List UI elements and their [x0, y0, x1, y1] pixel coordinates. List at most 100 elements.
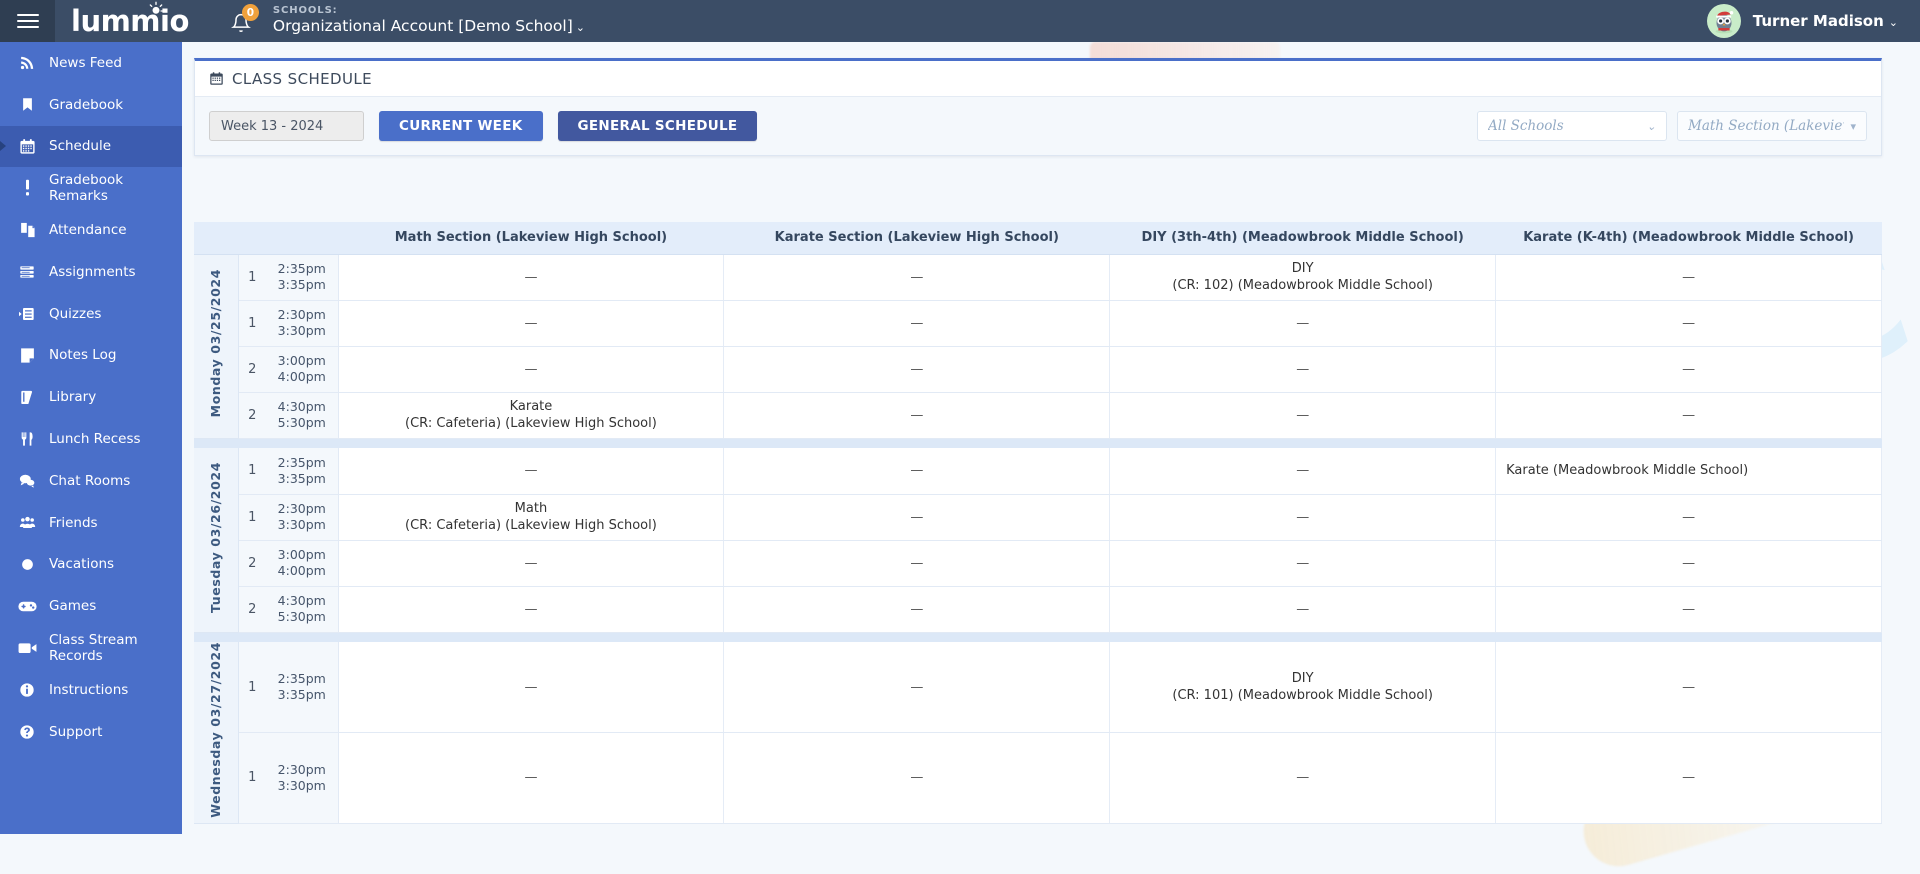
schedule-cell-empty[interactable]: — — [1496, 300, 1882, 346]
schedule-cell-empty[interactable]: — — [338, 254, 724, 300]
schedule-cell-event[interactable]: Math(CR: Cafeteria) (Lakeview High Schoo… — [338, 494, 724, 540]
info-circle-icon — [14, 682, 40, 698]
sidebar-item-library[interactable]: Library — [0, 376, 182, 418]
schedule-cell-event[interactable]: Karate(CR: Cafeteria) (Lakeview High Sch… — [338, 392, 724, 438]
empty-mark: — — [910, 270, 923, 285]
schedule-cell-empty[interactable]: — — [724, 448, 1110, 494]
schedule-table-head: Math Section (Lakeview High School)Karat… — [194, 222, 1882, 254]
notifications-button[interactable]: 0 — [231, 6, 257, 36]
empty-mark: — — [910, 408, 923, 423]
schedule-cell-empty[interactable]: — — [1496, 540, 1882, 586]
schedule-cell-empty[interactable]: — — [724, 300, 1110, 346]
schedule-cell-empty[interactable]: — — [1496, 346, 1882, 392]
copy-pages-icon — [14, 221, 40, 239]
time-start: 2:35pm — [266, 261, 338, 277]
time-start: 4:30pm — [266, 399, 338, 415]
schedule-cell-empty[interactable]: — — [1110, 540, 1496, 586]
user-menu[interactable]: Turner Madison⌄ — [1707, 0, 1920, 42]
sidebar-item-schedule[interactable]: Schedule — [0, 126, 182, 168]
user-name[interactable]: Turner Madison⌄ — [1753, 12, 1898, 30]
schedule-cell-empty[interactable]: — — [338, 448, 724, 494]
section-filter-select[interactable]: Math Section (Lakeview High … ▾ — [1677, 111, 1867, 141]
avatar[interactable] — [1707, 4, 1741, 38]
schedule-cell-empty[interactable]: — — [338, 586, 724, 632]
page-title: CLASS SCHEDULE — [232, 70, 372, 88]
day-label: Monday 03/25/2024 — [208, 269, 223, 417]
time-end: 5:30pm — [266, 415, 338, 431]
panel-toolbar: Week 13 - 2024 CURRENT WEEK GENERAL SCHE… — [195, 97, 1881, 155]
time-column-header — [266, 222, 338, 254]
schedule-cell-empty[interactable]: — — [724, 494, 1110, 540]
sidebar-item-assignments[interactable]: Assignments — [0, 251, 182, 293]
schedule-cell-event[interactable]: DIY(CR: 102) (Meadowbrook Middle School) — [1110, 254, 1496, 300]
sidebar-item-instructions[interactable]: Instructions — [0, 669, 182, 711]
sidebar-item-gradebook-remarks[interactable]: Gradebook Remarks — [0, 167, 182, 209]
sidebar-item-games[interactable]: Games — [0, 585, 182, 627]
schedule-cell-empty[interactable]: — — [1496, 494, 1882, 540]
schedule-cell-empty[interactable]: — — [1496, 254, 1882, 300]
empty-mark: — — [1682, 362, 1695, 377]
sidebar-item-lunch-recess[interactable]: Lunch Recess — [0, 418, 182, 460]
sidebar-item-vacations[interactable]: Vacations — [0, 544, 182, 586]
schedule-cell-empty[interactable]: — — [1496, 392, 1882, 438]
schedule-cell-empty[interactable]: — — [724, 254, 1110, 300]
schedule-cell-empty[interactable]: — — [338, 346, 724, 392]
circle-icon — [14, 557, 40, 572]
schools-filter-select[interactable]: All Schools ⌄ — [1477, 111, 1667, 141]
schedule-cell-empty[interactable]: — — [1110, 448, 1496, 494]
current-week-button[interactable]: CURRENT WEEK — [379, 111, 543, 141]
app-logo[interactable]: lummio — [71, 0, 189, 42]
sidebar-item-class-stream-records[interactable]: Class Stream Records — [0, 627, 182, 669]
schedule-cell-empty[interactable]: — — [1110, 346, 1496, 392]
main-content: CLASS SCHEDULE Week 13 - 2024 CURRENT WE… — [182, 42, 1920, 834]
sidebar-item-gradebook[interactable]: Gradebook — [0, 84, 182, 126]
schedule-cell-empty[interactable]: — — [338, 540, 724, 586]
schedule-cell-empty[interactable]: — — [338, 733, 724, 824]
table-row: Tuesday 03/26/202412:35pm3:35pm———Karate… — [194, 448, 1882, 494]
schools-selector[interactable]: SCHOOLS: Organizational Account [Demo Sc… — [273, 5, 585, 37]
sidebar-item-chat-rooms[interactable]: Chat Rooms — [0, 460, 182, 502]
schedule-cell-event[interactable]: Karate (Meadowbrook Middle School) — [1496, 448, 1882, 494]
schedule-cell-empty[interactable]: — — [724, 392, 1110, 438]
schools-value[interactable]: Organizational Account [Demo School]⌄ — [273, 17, 585, 37]
period-number: 1 — [238, 448, 266, 494]
chevron-down-icon: ⌄ — [576, 21, 585, 34]
time-start: 3:00pm — [266, 353, 338, 369]
schedule-cell-empty[interactable]: — — [1110, 586, 1496, 632]
sidebar-item-label: Gradebook Remarks — [49, 172, 182, 204]
schedule-cell-empty[interactable]: — — [1496, 642, 1882, 733]
sidebar-item-support[interactable]: Support — [0, 711, 182, 753]
sidebar-item-label: Assignments — [49, 264, 136, 280]
menu-toggle-button[interactable] — [0, 0, 55, 42]
schedule-cell-empty[interactable]: — — [724, 733, 1110, 824]
schedule-cell-empty[interactable]: — — [1496, 586, 1882, 632]
schedule-cell-empty[interactable]: — — [1110, 733, 1496, 824]
column-header: DIY (3th-4th) (Meadowbrook Middle School… — [1110, 222, 1496, 254]
table-row: 23:00pm4:00pm———— — [194, 540, 1882, 586]
schedule-cell-event[interactable]: DIY(CR: 101) (Meadowbrook Middle School) — [1110, 642, 1496, 733]
schedule-cell-empty[interactable]: — — [724, 642, 1110, 733]
time-start: 2:30pm — [266, 307, 338, 323]
schedule-cell-empty[interactable]: — — [338, 642, 724, 733]
schedule-cell-empty[interactable]: — — [1110, 494, 1496, 540]
sidebar-item-quizzes[interactable]: Quizzes — [0, 293, 182, 335]
sidebar-item-label: Notes Log — [49, 347, 116, 363]
schedule-cell-empty[interactable]: — — [1110, 300, 1496, 346]
sun-icon — [148, 1, 164, 17]
general-schedule-button[interactable]: GENERAL SCHEDULE — [558, 111, 758, 141]
schedule-cell-empty[interactable]: — — [1496, 733, 1882, 824]
sidebar-item-friends[interactable]: Friends — [0, 502, 182, 544]
sidebar-item-attendance[interactable]: Attendance — [0, 209, 182, 251]
week-picker[interactable]: Week 13 - 2024 — [209, 111, 364, 141]
schedule-cell-empty[interactable]: — — [724, 540, 1110, 586]
sidebar-item-news-feed[interactable]: News Feed — [0, 42, 182, 84]
event-location: (CR: Cafeteria) (Lakeview High School) — [347, 517, 716, 534]
schedule-cell-empty[interactable]: — — [724, 586, 1110, 632]
schools-filter-value: All Schools — [1488, 118, 1641, 134]
schedule-cell-empty[interactable]: — — [1110, 392, 1496, 438]
schedule-cell-empty[interactable]: — — [338, 300, 724, 346]
time-range: 2:35pm3:35pm — [266, 448, 338, 494]
event-title: Karate — [510, 399, 553, 414]
schedule-cell-empty[interactable]: — — [724, 346, 1110, 392]
sidebar-item-notes-log[interactable]: Notes Log — [0, 335, 182, 377]
